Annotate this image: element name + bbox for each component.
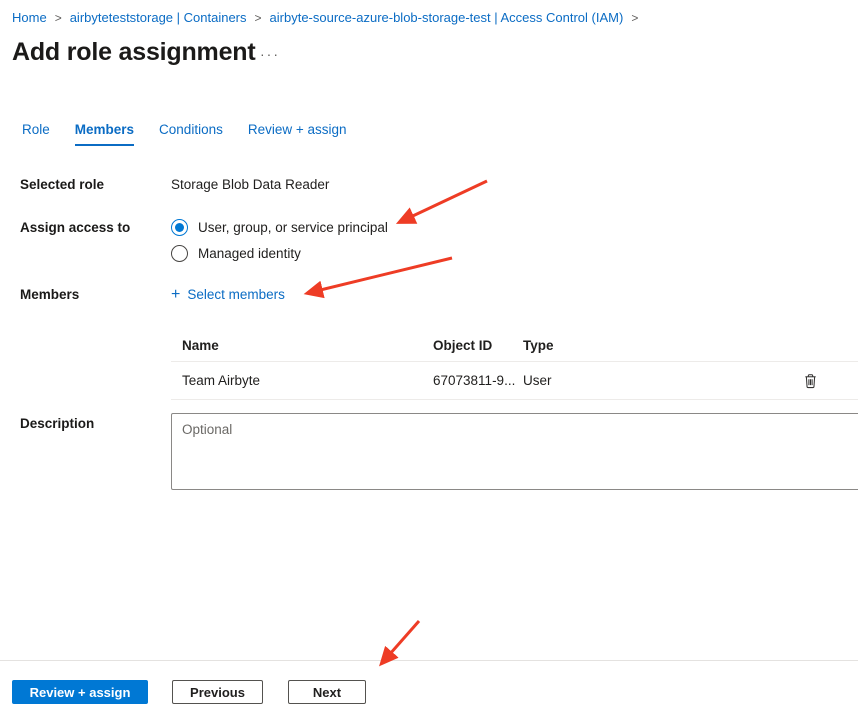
annotation-arrow-next xyxy=(382,621,419,663)
column-header-name: Name xyxy=(171,338,433,353)
table-row: Team Airbyte 67073811-9... User xyxy=(171,362,858,400)
add-role-assignment-page: Home > airbyteteststorage | Containers >… xyxy=(0,0,858,710)
assign-access-to-label: Assign access to xyxy=(20,220,130,235)
tab-bar: Role Members Conditions Review + assign xyxy=(22,122,347,146)
trash-icon xyxy=(803,373,818,389)
column-header-object-id: Object ID xyxy=(433,338,523,353)
footer-actions: Review + assign Previous Next xyxy=(12,680,366,704)
tab-members[interactable]: Members xyxy=(75,122,134,146)
member-type-cell: User xyxy=(523,373,760,388)
plus-icon: + xyxy=(171,288,180,301)
assign-access-radio-group: User, group, or service principal Manage… xyxy=(171,214,388,266)
previous-button[interactable]: Previous xyxy=(172,680,263,704)
footer-divider xyxy=(0,660,858,661)
review-assign-button[interactable]: Review + assign xyxy=(12,680,148,704)
chevron-right-icon: > xyxy=(255,11,262,25)
selected-role-value: Storage Blob Data Reader xyxy=(171,177,329,192)
description-label: Description xyxy=(20,416,94,431)
radio-managed-identity[interactable]: Managed identity xyxy=(171,240,388,266)
description-input[interactable] xyxy=(171,413,858,490)
column-header-type: Type xyxy=(523,338,760,353)
members-table: Name Object ID Type Team Airbyte 6707381… xyxy=(171,330,858,400)
breadcrumb: Home > airbyteteststorage | Containers >… xyxy=(12,10,638,25)
breadcrumb-home[interactable]: Home xyxy=(12,10,47,25)
more-options-icon[interactable]: ··· xyxy=(260,46,280,62)
members-table-header: Name Object ID Type xyxy=(171,330,858,362)
radio-unselected-icon[interactable] xyxy=(171,245,188,262)
tab-conditions[interactable]: Conditions xyxy=(159,122,223,146)
breadcrumb-containers[interactable]: airbyteteststorage | Containers xyxy=(70,10,247,25)
delete-member-button[interactable] xyxy=(801,371,820,391)
next-button[interactable]: Next xyxy=(288,680,366,704)
select-members-link[interactable]: + Select members xyxy=(171,287,285,302)
member-object-id-cell: 67073811-9... xyxy=(433,373,523,388)
member-name-cell: Team Airbyte xyxy=(171,373,433,388)
chevron-right-icon: > xyxy=(631,11,638,25)
radio-selected-icon[interactable] xyxy=(171,219,188,236)
selected-role-label: Selected role xyxy=(20,177,104,192)
select-members-label: Select members xyxy=(187,287,285,302)
page-title: Add role assignment xyxy=(12,38,255,67)
radio-option-label: User, group, or service principal xyxy=(198,220,388,235)
annotation-arrow-radio xyxy=(400,181,487,222)
members-label: Members xyxy=(20,287,79,302)
chevron-right-icon: > xyxy=(55,11,62,25)
radio-user-group-service-principal[interactable]: User, group, or service principal xyxy=(171,214,388,240)
breadcrumb-access-control[interactable]: airbyte-source-azure-blob-storage-test |… xyxy=(270,10,624,25)
tab-review-assign[interactable]: Review + assign xyxy=(248,122,347,146)
radio-option-label: Managed identity xyxy=(198,246,301,261)
tab-role[interactable]: Role xyxy=(22,122,50,146)
